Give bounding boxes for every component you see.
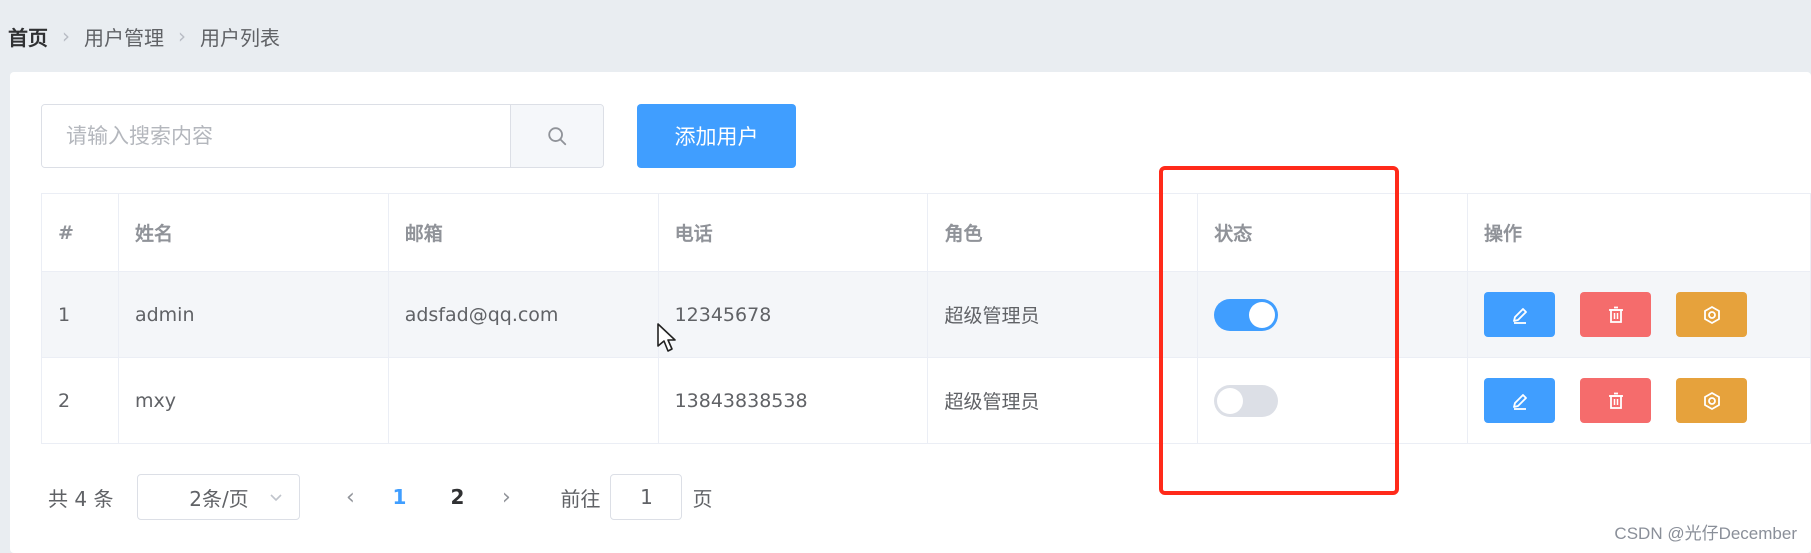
setting-icon <box>1703 391 1720 410</box>
cell-email <box>388 357 659 444</box>
breadcrumb: 首页 › 用户管理 › 用户列表 <box>8 20 280 52</box>
setting-icon <box>1703 305 1720 324</box>
switch-knob <box>1249 301 1276 328</box>
delete-button[interactable] <box>1580 292 1652 337</box>
cell-index: 1 <box>41 271 119 358</box>
user-table: # 姓名 邮箱 电话 角色 状态 操作 1 admin adsfad@qq.co… <box>41 193 1811 444</box>
chevron-right-icon: › <box>178 24 186 48</box>
table-header-row: # 姓名 邮箱 电话 角色 状态 操作 <box>41 193 1811 272</box>
search-input[interactable] <box>42 105 510 167</box>
prev-page-button[interactable]: ‹ <box>330 485 370 510</box>
cell-phone: 13843838538 <box>658 357 929 444</box>
setting-button[interactable] <box>1676 378 1748 423</box>
page-number-2[interactable]: 2 <box>428 485 486 509</box>
table-row: 1 admin adsfad@qq.com 12345678 超级管理员 <box>41 271 1811 358</box>
chevron-down-icon <box>270 494 283 502</box>
cell-name: admin <box>118 271 389 358</box>
table-row: 2 mxy 13843838538 超级管理员 <box>41 357 1811 444</box>
search-button[interactable] <box>510 105 603 167</box>
switch-knob <box>1217 387 1244 414</box>
column-header-status: 状态 <box>1197 193 1468 272</box>
column-header-index: # <box>41 193 119 272</box>
search-icon <box>548 127 567 146</box>
delete-button[interactable] <box>1580 378 1652 423</box>
mouse-cursor-icon <box>657 323 676 352</box>
page: 首页 › 用户管理 › 用户列表 添加用户 # 姓名 <box>0 0 1811 553</box>
add-user-button[interactable]: 添加用户 <box>637 104 796 168</box>
edit-button[interactable] <box>1484 292 1555 337</box>
cell-index: 2 <box>41 357 119 444</box>
cell-actions <box>1467 357 1811 444</box>
chevron-right-icon: › <box>62 24 70 48</box>
column-header-role: 角色 <box>927 193 1199 272</box>
status-switch[interactable] <box>1214 384 1279 417</box>
column-header-email: 邮箱 <box>388 193 659 272</box>
cell-role: 超级管理员 <box>927 357 1199 444</box>
user-list-card: 添加用户 # 姓名 邮箱 电话 角色 状态 操作 1 <box>10 72 1811 553</box>
breadcrumb-user-list: 用户列表 <box>200 25 280 50</box>
delete-icon <box>1608 392 1623 409</box>
cell-status <box>1197 271 1468 358</box>
next-page-button[interactable]: › <box>486 485 526 510</box>
watermark: CSDN @光仔December <box>1614 524 1797 543</box>
edit-icon <box>1512 393 1527 410</box>
edit-button[interactable] <box>1484 378 1555 423</box>
goto-label: 前往 <box>560 486 601 511</box>
page-unit-label: 页 <box>692 486 713 511</box>
cell-role: 超级管理员 <box>927 271 1199 358</box>
breadcrumb-user-management: 用户管理 <box>84 25 164 50</box>
pagination-total: 共 4 条 <box>48 486 114 511</box>
cell-phone: 12345678 <box>658 271 929 358</box>
search-box <box>41 104 604 168</box>
setting-button[interactable] <box>1676 292 1748 337</box>
status-switch[interactable] <box>1214 298 1279 331</box>
column-header-name: 姓名 <box>118 193 389 272</box>
column-header-phone: 电话 <box>658 193 929 272</box>
cell-status <box>1197 357 1468 444</box>
page-size-value: 2条/页 <box>189 486 249 511</box>
column-header-actions: 操作 <box>1467 193 1811 272</box>
breadcrumb-home[interactable]: 首页 <box>8 22 48 51</box>
page-number-1[interactable]: 1 <box>370 485 428 509</box>
cell-actions <box>1467 271 1811 358</box>
goto-page-input[interactable] <box>610 474 683 520</box>
page-size-select[interactable]: 2条/页 <box>137 474 301 520</box>
edit-icon <box>1512 307 1527 324</box>
delete-icon <box>1608 306 1623 323</box>
pagination: 共 4 条 2条/页 ‹ 1 2 › 前往 页 <box>48 474 712 520</box>
cell-email: adsfad@qq.com <box>388 271 659 358</box>
cell-name: mxy <box>118 357 389 444</box>
